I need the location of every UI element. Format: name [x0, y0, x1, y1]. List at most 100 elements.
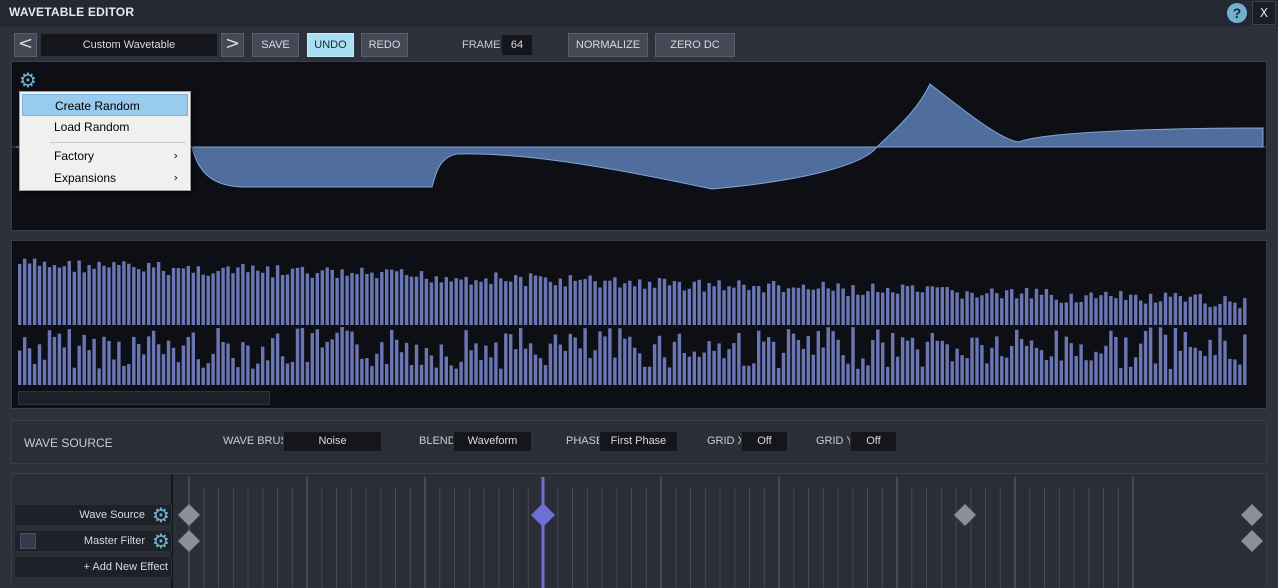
phase-bar[interactable] [77, 345, 81, 385]
phase-bar[interactable] [915, 349, 920, 385]
magnitude-bar[interactable] [915, 291, 920, 325]
phase-bar[interactable] [523, 348, 528, 385]
magnitude-bar[interactable] [132, 267, 136, 325]
magnitude-bar[interactable] [717, 280, 721, 325]
phase-bar[interactable] [42, 359, 47, 385]
magnitude-bar[interactable] [528, 273, 533, 325]
magnitude-bar[interactable] [647, 281, 652, 325]
phase-bar[interactable] [538, 358, 543, 385]
magnitude-bar[interactable] [469, 284, 473, 325]
magnitude-bar[interactable] [1119, 291, 1123, 325]
close-button[interactable]: X [1252, 1, 1276, 25]
phase-bar[interactable] [990, 347, 994, 385]
phase-bar[interactable] [1049, 356, 1054, 385]
magnitude-bar[interactable] [77, 260, 81, 326]
magnitude-bar[interactable] [434, 276, 438, 325]
magnitude-bar[interactable] [667, 285, 672, 325]
magnitude-bar[interactable] [955, 292, 959, 325]
phase-bar[interactable] [424, 348, 429, 385]
magnitude-bar[interactable] [1104, 291, 1108, 325]
save-button[interactable]: SAVE [252, 33, 299, 57]
magnitude-bar[interactable] [429, 282, 434, 325]
phase-bar[interactable] [806, 336, 810, 385]
magnitude-bar[interactable] [1124, 299, 1128, 325]
phase-bar[interactable] [623, 338, 627, 385]
phase-bar[interactable] [142, 354, 146, 385]
phase-bar[interactable] [52, 336, 57, 385]
phase-bar[interactable] [1064, 336, 1068, 385]
phase-bar[interactable] [275, 333, 280, 386]
magnitude-bar[interactable] [439, 282, 443, 325]
magnitude-bar[interactable] [1218, 303, 1222, 325]
phase-bar[interactable] [414, 344, 419, 385]
magnitude-bar[interactable] [1010, 289, 1014, 325]
phase-bar[interactable] [241, 342, 245, 385]
magnitude-bar[interactable] [801, 284, 806, 325]
magnitude-bar[interactable] [226, 266, 230, 325]
magnitude-bar[interactable] [1223, 296, 1227, 325]
phase-bar[interactable] [811, 354, 815, 385]
phase-bar[interactable] [1084, 360, 1088, 385]
magnitude-bar[interactable] [142, 271, 146, 326]
phase-bar[interactable] [1238, 364, 1242, 386]
phase-bar[interactable] [375, 353, 379, 385]
phase-bar[interactable] [449, 365, 453, 385]
magnitude-bar[interactable] [707, 283, 711, 325]
magnitude-bar[interactable] [310, 277, 314, 325]
phase-bar[interactable] [514, 349, 518, 385]
magnitude-bar[interactable] [990, 288, 994, 326]
magnitude-bar[interactable] [171, 267, 176, 325]
waveform-svg[interactable] [12, 62, 1266, 230]
phase-bar[interactable] [593, 350, 597, 385]
phase-bar[interactable] [722, 358, 726, 385]
magnitude-bar[interactable] [1044, 289, 1049, 325]
magnitude-bar[interactable] [1148, 293, 1153, 325]
magnitude-bar[interactable] [1099, 295, 1103, 325]
phase-bar[interactable] [489, 357, 493, 385]
magnitude-bar[interactable] [231, 273, 235, 325]
magnitude-bar[interactable] [920, 292, 925, 325]
phase-bar[interactable] [290, 361, 295, 385]
magnitude-bar[interactable] [1019, 293, 1024, 326]
magnitude-bar[interactable] [747, 290, 751, 325]
magnitude-bar[interactable] [137, 269, 141, 325]
magnitude-bar[interactable] [454, 278, 458, 325]
phase-bar[interactable] [1074, 356, 1078, 385]
magnitude-bar[interactable] [657, 278, 662, 325]
magnitude-bar[interactable] [712, 286, 716, 325]
magnitude-bar[interactable] [479, 281, 483, 325]
magnitude-bar[interactable] [271, 277, 275, 325]
phase-bar[interactable] [201, 367, 205, 385]
magnitude-bar[interactable] [826, 288, 830, 325]
phase-bar[interactable] [1134, 357, 1138, 385]
magnitude-bar[interactable] [1049, 294, 1054, 325]
magnitude-bar[interactable] [151, 267, 156, 325]
magnitude-bar[interactable] [960, 298, 964, 325]
magnitude-bar[interactable] [677, 281, 682, 325]
phase-bar[interactable] [707, 341, 711, 385]
magnitude-bar[interactable] [57, 267, 62, 325]
phase-bar[interactable] [261, 346, 265, 385]
magnitude-bar[interactable] [881, 292, 885, 326]
phase-bar[interactable] [603, 336, 607, 385]
phase-bar[interactable] [767, 337, 771, 385]
phase-bar[interactable] [702, 352, 706, 385]
phase-bar[interactable] [643, 366, 647, 385]
phase-bar[interactable] [1109, 330, 1113, 385]
magnitude-bar[interactable] [633, 286, 637, 325]
phase-bar[interactable] [876, 329, 880, 385]
magnitude-bar[interactable] [246, 272, 250, 325]
magnitude-bar[interactable] [280, 275, 285, 325]
gear-icon[interactable]: ⚙ [152, 531, 170, 551]
phase-bar[interactable] [1203, 356, 1207, 385]
phase-bar[interactable] [846, 363, 850, 385]
magnitude-bar[interactable] [117, 265, 121, 325]
phase-bar[interactable] [355, 344, 359, 385]
phase-bar[interactable] [340, 327, 344, 385]
magnitude-bar[interactable] [1109, 296, 1113, 325]
phase-bar[interactable] [97, 368, 101, 385]
magnitude-bar[interactable] [375, 278, 379, 325]
phase-bar[interactable] [578, 348, 582, 385]
magnitude-bar[interactable] [1178, 296, 1182, 325]
phase-bar[interactable] [122, 365, 126, 385]
